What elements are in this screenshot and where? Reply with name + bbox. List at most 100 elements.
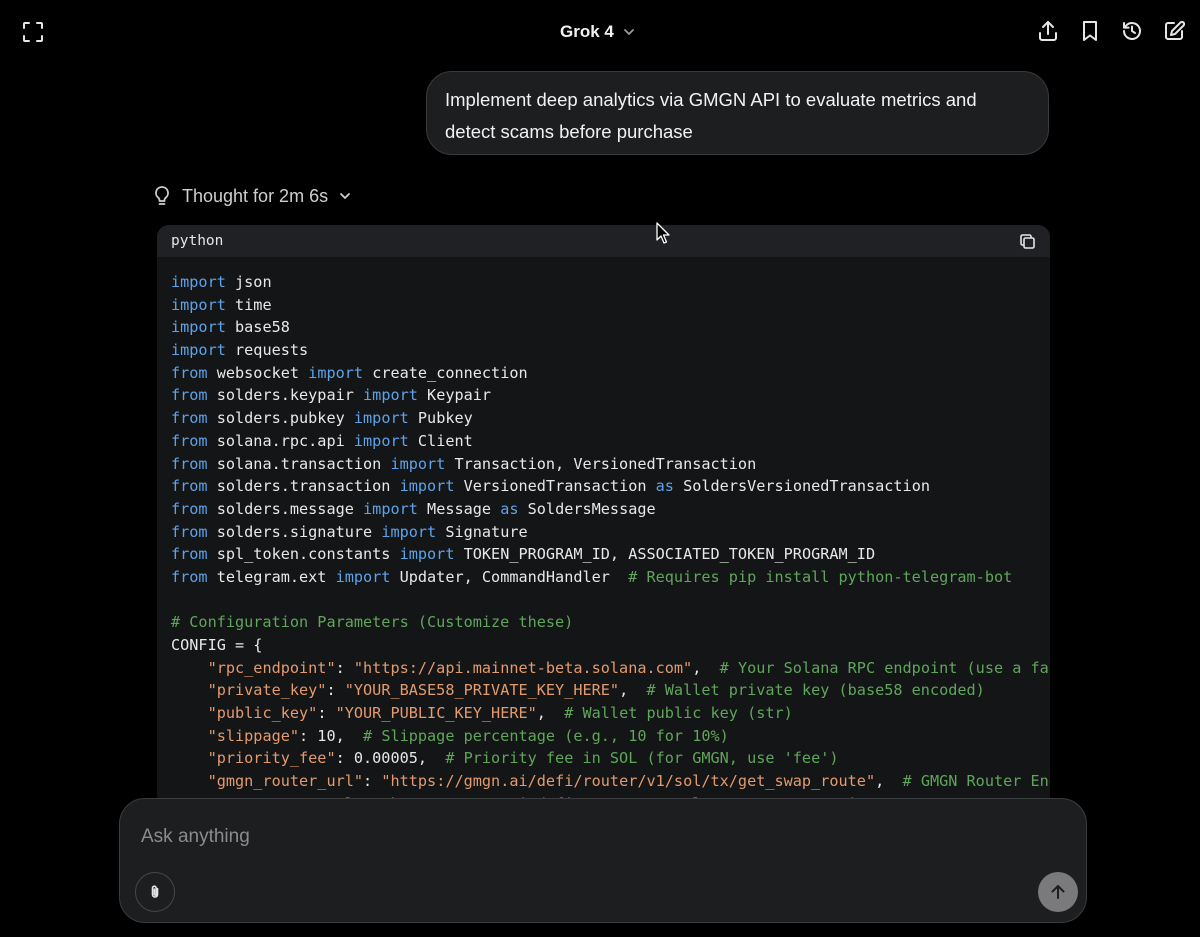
code-token: time: [225, 295, 272, 314]
code-token: as: [655, 477, 674, 496]
code-token: from: [171, 386, 208, 405]
code-token: :: [363, 772, 382, 791]
code-line: from solders.signature import Signature: [171, 521, 1050, 544]
code-token: Client: [408, 431, 473, 450]
code-token: solders.pubkey: [207, 409, 354, 428]
code-token: "https://gmgn.ai/defi/router/v1/sol/tx/g…: [381, 772, 876, 791]
code-line: from telegram.ext import Updater, Comman…: [171, 566, 1050, 589]
code-block: python import json import time import base…: [157, 225, 1050, 825]
edit-icon[interactable]: [1159, 16, 1189, 46]
code-line: import base58: [171, 316, 1050, 339]
code-token: import: [171, 295, 226, 314]
code-token: # Priority fee in SOL (for GMGN, use 'fe…: [445, 749, 839, 768]
code-line: "slippage": 10, # Slippage percentage (e…: [171, 725, 1050, 748]
code-token: "priority_fee": [207, 749, 336, 768]
code-token: spl_token.constants: [207, 545, 400, 564]
code-token: "public_key": [207, 704, 318, 723]
code-token: import: [399, 477, 455, 496]
chevron-down-icon: [623, 29, 634, 35]
history-icon[interactable]: [1117, 16, 1147, 46]
composer: [119, 798, 1087, 923]
code-token: import: [353, 431, 409, 450]
code-token: "YOUR_BASE58_PRIVATE_KEY_HERE": [344, 681, 620, 700]
code-token: websocket: [207, 363, 309, 382]
code-token: "slippage": [207, 726, 300, 745]
code-line: import json: [171, 271, 1050, 294]
thought-toggle[interactable]: Thought for 2m 6s: [152, 182, 352, 210]
bookmark-icon[interactable]: [1075, 16, 1105, 46]
code-token: : 10,: [299, 726, 364, 745]
code-token: import: [171, 341, 226, 360]
code-token: ,: [619, 681, 647, 700]
model-name: Grok 4: [560, 22, 614, 41]
code-token: Signature: [436, 522, 528, 541]
code-token: # GMGN Router End: [902, 772, 1050, 791]
code-line: "private_key": "YOUR_BASE58_PRIVATE_KEY_…: [171, 679, 1050, 702]
model-selector[interactable]: Grok 4: [560, 18, 636, 46]
code-token: from: [171, 363, 208, 382]
code-token: Keypair: [417, 386, 492, 405]
code-token: import: [335, 567, 391, 586]
paperclip-icon: [151, 885, 159, 898]
code-token: import: [381, 522, 437, 541]
code-content: import json import time import base58 impor…: [157, 257, 1050, 816]
share-icon[interactable]: [1033, 16, 1063, 46]
code-line: from solana.rpc.api import Client: [171, 430, 1050, 453]
code-token: from: [171, 454, 208, 473]
code-token: import: [363, 499, 418, 518]
code-line: # Configuration Parameters (Customize th…: [171, 611, 1050, 634]
code-token: SoldersMessage: [518, 499, 656, 518]
code-token: from: [171, 409, 208, 428]
code-line: CONFIG = {: [171, 634, 1050, 657]
code-language-label: python: [171, 233, 224, 249]
code-token: from: [171, 545, 208, 564]
code-token: solana.transaction: [207, 454, 391, 473]
chevron-down-icon: [340, 193, 350, 199]
fullscreen-icon[interactable]: [18, 17, 48, 47]
code-token: # Slippage percentage (e.g., 10 for 10%): [363, 726, 729, 745]
code-token: import: [171, 273, 226, 291]
code-token: # Your Solana RPC endpoint (use a fas: [719, 658, 1050, 677]
code-token: solders.transaction: [207, 477, 400, 496]
ask-input[interactable]: [139, 819, 1043, 855]
code-token: VersionedTransaction: [454, 477, 656, 496]
code-line: from websocket import create_connection: [171, 362, 1050, 385]
copy-icon[interactable]: [1019, 233, 1036, 250]
attach-button[interactable]: [135, 872, 175, 912]
send-button[interactable]: [1038, 872, 1078, 912]
code-line: import time: [171, 294, 1050, 317]
arrow-up-icon: [1051, 885, 1065, 899]
code-token: from: [171, 499, 208, 518]
code-token: Message: [417, 499, 501, 518]
code-token: Pubkey: [408, 409, 473, 428]
code-line: from solders.pubkey import Pubkey: [171, 407, 1050, 430]
user-message-bubble: Implement deep analytics via GMGN API to…: [426, 71, 1049, 155]
code-token: from: [171, 567, 208, 586]
code-token: solders.signature: [207, 522, 382, 541]
code-line: "public_key": "YOUR_PUBLIC_KEY_HERE", # …: [171, 702, 1050, 725]
code-token: from: [171, 522, 208, 541]
code-line: from solana.transaction import Transacti…: [171, 453, 1050, 476]
code-token: SoldersVersionedTransaction: [673, 477, 930, 496]
code-token: "YOUR_PUBLIC_KEY_HERE": [335, 704, 537, 723]
thought-label: Thought for 2m 6s: [182, 185, 329, 206]
code-token: solders.message: [207, 499, 364, 518]
code-block-header: python: [157, 225, 1050, 257]
code-token: requests: [225, 341, 309, 360]
code-token: CONFIG = {: [171, 636, 263, 654]
code-token: base58: [225, 318, 290, 337]
code-token: Updater, CommandHandler: [390, 567, 629, 586]
code-token: solders.keypair: [207, 386, 364, 405]
code-token: from: [171, 431, 208, 450]
code-token: : 0.00005,: [335, 749, 446, 768]
code-token: create_connection: [363, 363, 528, 382]
code-token: ,: [536, 704, 565, 723]
code-token: "rpc_endpoint": [207, 658, 336, 677]
code-token: import: [399, 545, 455, 564]
code-token: :: [335, 658, 354, 677]
code-token: import: [363, 386, 418, 405]
code-token: # Configuration Parameters (Customize th…: [171, 613, 574, 632]
